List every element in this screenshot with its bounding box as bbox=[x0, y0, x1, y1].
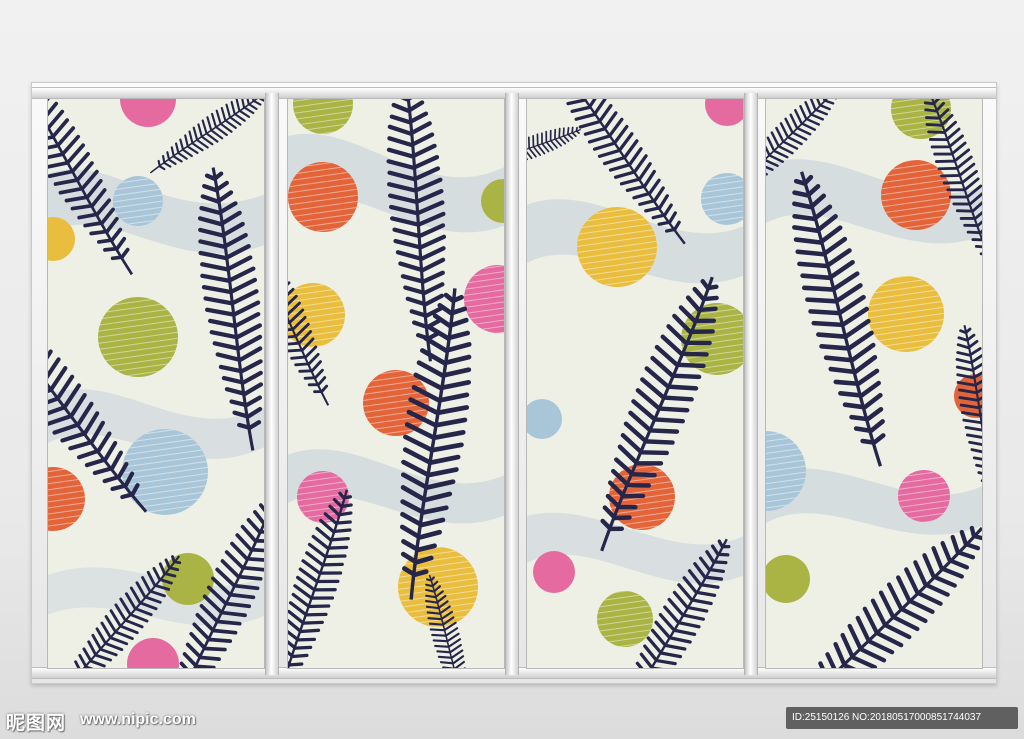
panel-1 bbox=[47, 98, 265, 669]
image-id-label: ID:25150126 NO:20180517000851744037 bbox=[786, 707, 1018, 729]
panel-4 bbox=[765, 98, 983, 669]
frame-mullion-2 bbox=[505, 93, 519, 675]
site-url: www.nipic.com bbox=[80, 711, 196, 728]
frame-mullion-1 bbox=[265, 93, 279, 675]
window-frame bbox=[31, 82, 997, 684]
panel-3 bbox=[526, 98, 744, 669]
site-logo: 昵图网 bbox=[6, 712, 67, 734]
frame-mullion-3 bbox=[744, 93, 758, 675]
panel-2 bbox=[287, 98, 505, 669]
